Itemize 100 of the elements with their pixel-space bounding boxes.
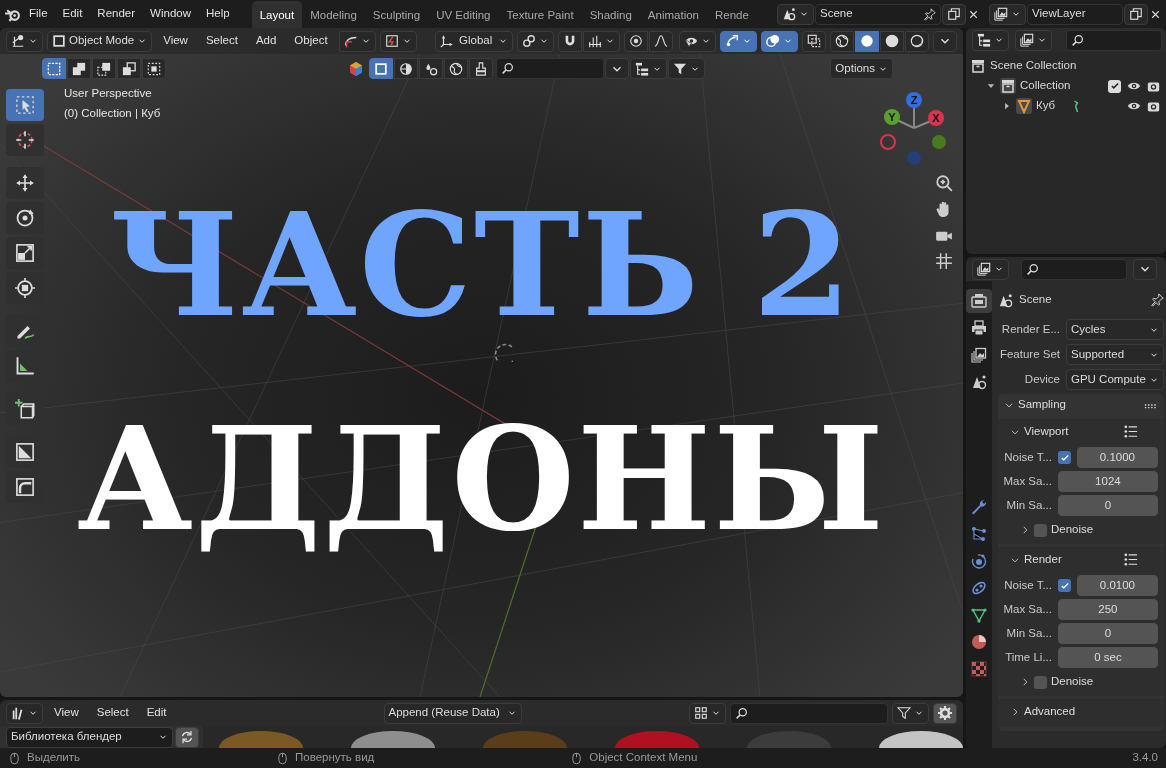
properties-tab[interactable] <box>966 289 992 313</box>
filter-toggle-button[interactable] <box>444 58 468 79</box>
snap-toggle-button[interactable] <box>379 30 417 52</box>
workspace-tab[interactable]: Layout <box>251 0 303 28</box>
zoom-icon[interactable] <box>935 174 953 192</box>
view-layer-type-button[interactable] <box>989 3 1026 25</box>
filter-button[interactable] <box>892 702 929 724</box>
tool-button[interactable] <box>6 124 44 156</box>
axis-handle[interactable]: Y <box>884 109 900 125</box>
transform-affect-button[interactable] <box>338 30 376 52</box>
select-mode-button[interactable] <box>67 58 91 79</box>
filter-button[interactable] <box>668 58 705 79</box>
collapse-button[interactable] <box>605 58 629 79</box>
import-method-dropdown[interactable]: Append (Reuse Data) <box>383 702 522 724</box>
search-field[interactable] <box>1021 258 1127 280</box>
grid-icon[interactable] <box>935 252 953 270</box>
orientation-dropdown[interactable]: Global <box>434 30 513 52</box>
editor-type-button[interactable] <box>6 702 43 724</box>
select-mode-button[interactable] <box>117 58 141 79</box>
search-field[interactable] <box>1066 29 1162 51</box>
select-mode-button[interactable] <box>142 58 166 79</box>
axis-handle[interactable] <box>932 135 946 149</box>
tool-button[interactable] <box>6 202 44 234</box>
subpanel-header[interactable]: Viewport <box>998 419 1164 444</box>
shading-button[interactable] <box>830 30 854 52</box>
scene-field[interactable]: Scene <box>815 3 941 25</box>
number-field[interactable]: 1024 <box>1058 471 1158 492</box>
panel-header[interactable]: Sampling <box>998 394 1164 416</box>
checkbox[interactable] <box>1058 579 1071 592</box>
number-field[interactable]: 0.1000 <box>1077 447 1158 468</box>
number-field[interactable]: 0 sec <box>1058 647 1158 668</box>
refresh-button[interactable] <box>175 726 199 748</box>
options-button[interactable] <box>1133 258 1157 280</box>
copy-button[interactable] <box>942 3 966 25</box>
menu-item[interactable]: Edit <box>55 3 90 25</box>
number-field[interactable]: 0.0100 <box>1077 575 1158 596</box>
editor-type-button[interactable] <box>972 258 1009 280</box>
workspace-tab[interactable]: Texture Paint <box>498 0 582 28</box>
workspace-tab[interactable]: Shading <box>581 0 640 28</box>
filter-toggle-button[interactable] <box>369 58 393 79</box>
axis-handle[interactable] <box>907 151 921 165</box>
tool-button[interactable] <box>6 167 44 199</box>
overlay-button[interactable] <box>761 30 798 52</box>
menu-item[interactable]: Add <box>248 30 284 52</box>
menu-item[interactable]: Window <box>143 3 198 25</box>
value-dropdown[interactable]: Cycles <box>1066 319 1164 340</box>
value-dropdown[interactable]: Supported <box>1066 344 1164 365</box>
filter-toggle-button[interactable] <box>469 58 493 79</box>
menu-item[interactable]: Edit <box>139 702 174 724</box>
proportional-button[interactable] <box>623 30 648 52</box>
display-mode-button[interactable] <box>972 29 1009 51</box>
falloff-button[interactable] <box>648 30 673 52</box>
menu-item[interactable]: Help <box>199 3 237 25</box>
workspace-tab[interactable]: Rende <box>707 0 757 28</box>
outliner-item[interactable]: Scene Collection <box>990 57 1077 75</box>
checkbox[interactable] <box>1034 675 1047 689</box>
library-dropdown[interactable]: Библиотека блендер <box>6 726 173 748</box>
snap-target-button[interactable] <box>582 30 620 52</box>
filter-toggle-button[interactable] <box>419 58 443 79</box>
outliner-item[interactable]: Collection <box>1020 77 1071 95</box>
value-dropdown[interactable]: GPU Compute <box>1066 369 1164 390</box>
number-field[interactable]: 0 <box>1058 623 1158 644</box>
menu-item[interactable]: Select <box>198 30 245 52</box>
workspace-tab[interactable]: UV Editing <box>428 0 499 28</box>
axis-handle[interactable]: X <box>928 110 944 126</box>
display-mode-button[interactable] <box>689 702 726 724</box>
outliner-item[interactable]: Куб <box>1036 97 1056 115</box>
menu-item[interactable]: Select <box>89 702 136 724</box>
select-mode-button[interactable] <box>92 58 116 79</box>
shading-button[interactable] <box>905 30 929 52</box>
scene-type-button[interactable] <box>777 3 814 25</box>
shading-options-button[interactable] <box>933 30 957 52</box>
subpanel-header[interactable]: Denoise <box>998 671 1164 693</box>
number-field[interactable]: 250 <box>1058 599 1158 620</box>
asset-thumbnail[interactable] <box>879 731 963 748</box>
gizmo-button[interactable] <box>720 30 757 52</box>
checkbox[interactable] <box>1058 451 1071 464</box>
settings-button[interactable] <box>933 702 957 724</box>
pin-icon[interactable] <box>923 7 936 21</box>
menu-item[interactable]: Render <box>90 3 143 25</box>
subpanel-header[interactable]: Render <box>998 547 1164 572</box>
checkbox[interactable] <box>1034 523 1047 537</box>
search-field[interactable] <box>496 58 604 79</box>
checkbox[interactable] <box>1108 79 1121 93</box>
pin-icon[interactable] <box>1149 293 1164 307</box>
select-mode-button[interactable] <box>42 58 66 79</box>
workspace-tab[interactable]: Animation <box>639 0 707 28</box>
editor-type-button[interactable] <box>6 30 43 52</box>
search-field[interactable] <box>730 702 888 724</box>
axis-handle[interactable] <box>880 134 896 150</box>
options-dropdown[interactable]: Options <box>830 58 893 79</box>
visibility-button[interactable] <box>679 30 716 52</box>
filter-button[interactable] <box>1015 29 1052 51</box>
subpanel-header[interactable]: Denoise <box>998 519 1164 541</box>
axis-handle[interactable]: Z <box>906 92 922 108</box>
color-cube-icon[interactable] <box>348 60 364 77</box>
workspace-tab[interactable]: Modeling <box>302 0 365 28</box>
workspace-tab[interactable]: Sculpting <box>364 0 429 28</box>
camera-icon[interactable] <box>1147 99 1160 113</box>
menu-item[interactable]: View <box>156 30 195 52</box>
